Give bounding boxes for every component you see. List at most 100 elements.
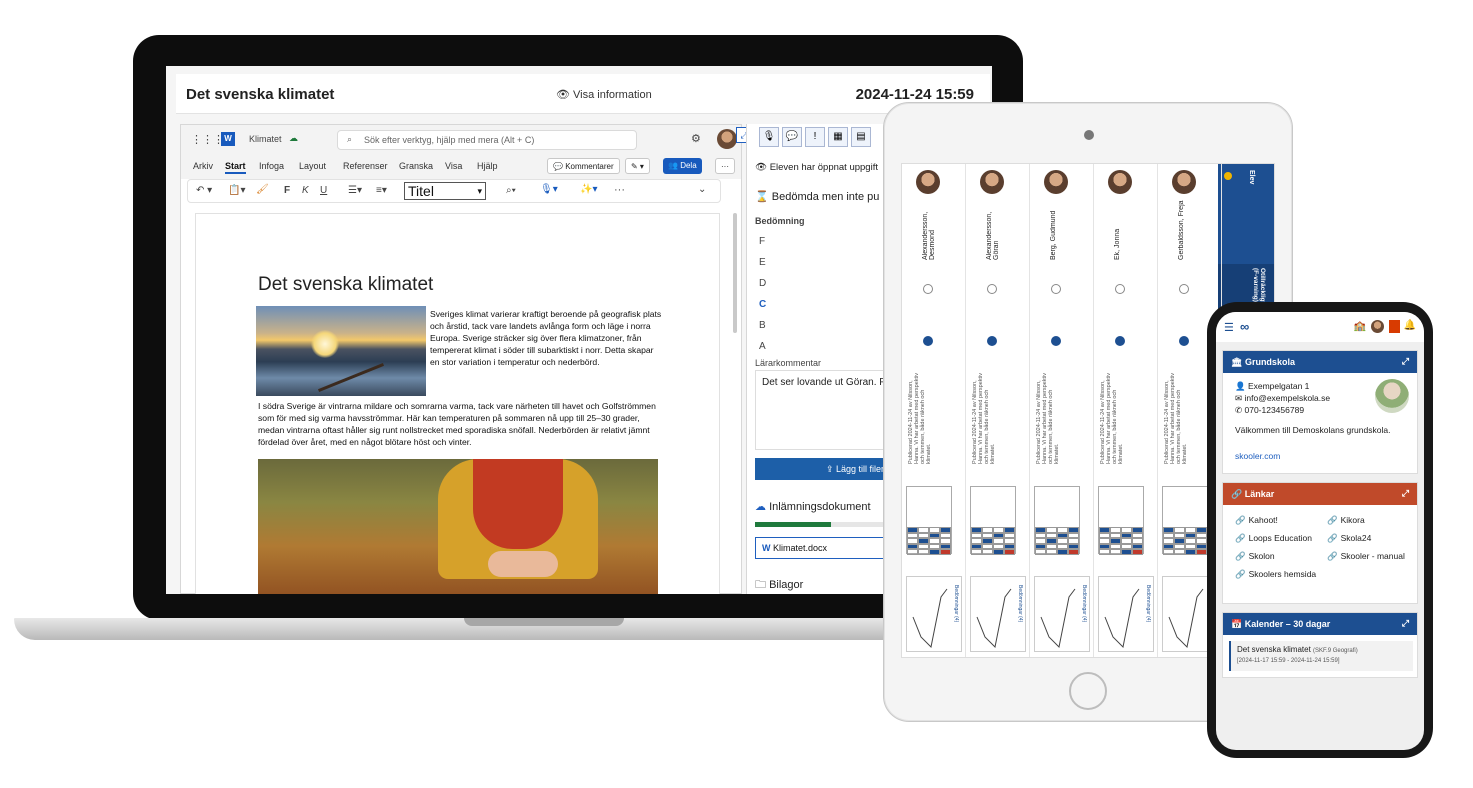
underline-icon[interactable]: U	[320, 185, 327, 196]
assessment-matrix[interactable]	[906, 486, 952, 555]
matrix-cell[interactable]	[929, 549, 940, 555]
student-name[interactable]: Berg, Gudmund	[1050, 200, 1057, 260]
selected-indicator[interactable]	[987, 336, 997, 346]
assessment-matrix[interactable]	[1162, 486, 1208, 555]
office-icon[interactable]	[1389, 320, 1400, 333]
school-email[interactable]: ✉ info@exempelskola.se	[1235, 393, 1330, 404]
bold-icon[interactable]: F	[284, 185, 290, 196]
alert-icon[interactable]: !	[805, 127, 825, 147]
matrix-cell[interactable]	[1057, 549, 1068, 555]
link-skolon[interactable]: 🔗 Skolon	[1235, 551, 1275, 562]
share-button[interactable]: 👥 Dela	[663, 158, 702, 174]
find-icon[interactable]: ⌕▾	[506, 185, 516, 196]
tab-layout[interactable]: Layout	[299, 161, 326, 171]
student-name[interactable]: Alexandersson, Göran	[986, 200, 1000, 260]
matrix-cell[interactable]	[1099, 549, 1110, 555]
matrix-cell[interactable]	[1035, 549, 1046, 555]
link-loops-education[interactable]: 🔗 Loops Education	[1235, 533, 1312, 544]
expand-icon[interactable]: ⤢	[1402, 618, 1409, 629]
matrix-cell[interactable]	[1196, 549, 1207, 555]
matrix-cell[interactable]	[1163, 549, 1174, 555]
avatar[interactable]	[1371, 320, 1384, 333]
document-icon[interactable]: ▤	[851, 127, 871, 147]
undo-icon[interactable]: ↶ ▾	[196, 185, 212, 196]
file-name[interactable]: Klimatet	[249, 134, 282, 144]
comments-button[interactable]: 💬 Kommentarer	[547, 158, 620, 174]
school-website-link[interactable]: skooler.com	[1235, 451, 1280, 461]
assessment-matrix[interactable]	[1098, 486, 1144, 555]
student-name[interactable]: Gerbaldsson, Freja	[1178, 200, 1185, 260]
student-name[interactable]: Ek, Jonna	[1114, 200, 1121, 260]
matrix-cell[interactable]	[907, 549, 918, 555]
grade-option-b[interactable]: B	[759, 320, 766, 331]
grade-option-f[interactable]: F	[759, 236, 765, 247]
more-icon[interactable]: ···	[614, 184, 625, 196]
matrix-cell[interactable]	[1132, 549, 1143, 555]
grade-option-a[interactable]: A	[759, 341, 766, 352]
selected-indicator[interactable]	[1179, 336, 1189, 346]
radio-button[interactable]	[923, 284, 933, 294]
student-name[interactable]: Alexandersson, Desmond	[922, 200, 936, 260]
radio-button[interactable]	[1051, 284, 1061, 294]
matrix-cell[interactable]	[1004, 549, 1015, 555]
grade-option-c[interactable]: C	[759, 299, 766, 310]
radio-button[interactable]	[987, 284, 997, 294]
avatar[interactable]	[717, 129, 737, 149]
menu-icon[interactable]: ☰	[1224, 321, 1234, 334]
matrix-cell[interactable]	[1185, 549, 1196, 555]
tab-visa[interactable]: Visa	[445, 161, 462, 171]
school-phone[interactable]: ✆ 070-123456789	[1235, 405, 1304, 416]
matrix-cell[interactable]	[918, 549, 929, 555]
link-kikora[interactable]: 🔗 Kikora	[1327, 515, 1365, 526]
gear-icon[interactable]: ⚙	[691, 132, 701, 145]
editing-mode-button[interactable]: ✎ ▾	[625, 158, 650, 174]
link-skooler-manual[interactable]: 🔗 Skooler - manual	[1327, 551, 1405, 562]
assessment-matrix[interactable]	[1034, 486, 1080, 555]
matrix-cell[interactable]	[1068, 549, 1079, 555]
tab-hjalp[interactable]: Hjälp	[477, 161, 498, 171]
tab-referenser[interactable]: Referenser	[343, 161, 388, 171]
app-launcher-icon[interactable]: ⋮⋮⋮	[191, 133, 224, 146]
matrix-icon[interactable]: ▦	[828, 127, 848, 147]
microphone-icon[interactable]: 🎙	[759, 127, 779, 147]
link-skoolers-hemsida[interactable]: 🔗 Skoolers hemsida	[1235, 569, 1316, 580]
chevron-down-icon[interactable]: ⌄	[698, 184, 706, 195]
expand-icon[interactable]: ⤢	[1402, 356, 1409, 367]
matrix-cell[interactable]	[1121, 549, 1132, 555]
grade-option-d[interactable]: D	[759, 278, 766, 289]
italic-icon[interactable]: K	[302, 185, 309, 196]
matrix-cell[interactable]	[1046, 549, 1057, 555]
align-icon[interactable]: ≡▾	[376, 185, 387, 196]
school-icon[interactable]: 🏫	[1354, 321, 1366, 332]
tab-arkiv[interactable]: Arkiv	[193, 161, 213, 171]
link-skola24[interactable]: 🔗 Skola24	[1327, 533, 1371, 544]
document-page[interactable]: Det svenska klimatet Sveriges klimat var…	[195, 213, 720, 594]
search-input[interactable]: ⌕ Sök efter verktyg, hjälp med mera (Alt…	[337, 130, 637, 150]
visa-information-link[interactable]: 👁 Visa information	[556, 88, 652, 101]
assessment-matrix[interactable]	[970, 486, 1016, 555]
matrix-cell[interactable]	[971, 549, 982, 555]
radio-button[interactable]	[1179, 284, 1189, 294]
tab-start[interactable]: Start	[225, 161, 246, 174]
style-selector[interactable]: Titel ▾	[404, 182, 486, 200]
matrix-cell[interactable]	[982, 549, 993, 555]
grade-option-e[interactable]: E	[759, 257, 766, 268]
link-kahoot[interactable]: 🔗 Kahoot!	[1235, 515, 1278, 526]
paste-icon[interactable]: 📋▾	[228, 185, 245, 196]
tab-granska[interactable]: Granska	[399, 161, 433, 171]
calendar-event[interactable]: Det svenska klimatet (SKF.9 Geografi) [2…	[1229, 641, 1413, 671]
format-painter-icon[interactable]: 🖌	[256, 184, 269, 195]
expand-icon[interactable]: ⤢	[1402, 488, 1409, 499]
dictate-icon[interactable]: 🎙▾	[540, 184, 558, 195]
bell-icon[interactable]: 🔔	[1404, 320, 1416, 331]
bullet-list-icon[interactable]: ☰▾	[348, 185, 362, 196]
more-options-button[interactable]: ···	[715, 158, 735, 174]
feedback-icon[interactable]: 💬	[782, 127, 802, 147]
tab-infoga[interactable]: Infoga	[259, 161, 284, 171]
selected-indicator[interactable]	[1051, 336, 1061, 346]
matrix-cell[interactable]	[1174, 549, 1185, 555]
matrix-cell[interactable]	[940, 549, 951, 555]
document-scrollbar[interactable]	[733, 213, 737, 333]
matrix-cell[interactable]	[993, 549, 1004, 555]
selected-indicator[interactable]	[923, 336, 933, 346]
